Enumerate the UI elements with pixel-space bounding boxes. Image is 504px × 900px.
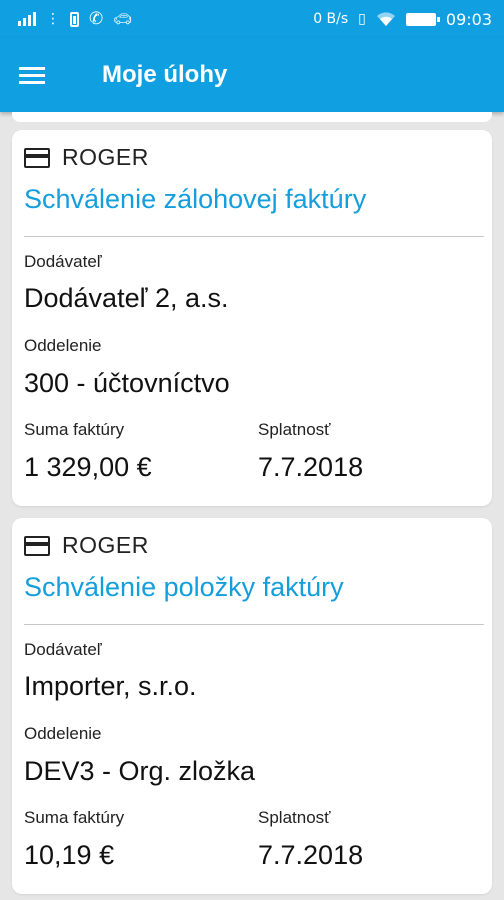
menu-button[interactable]	[0, 38, 64, 112]
amount-label: Suma faktúry	[24, 420, 125, 439]
task-source: ROGER	[24, 144, 149, 171]
divider	[24, 624, 484, 625]
net-speed: 0 B/s	[313, 11, 349, 27]
more-icon: ⋮	[46, 11, 60, 27]
supplier-value: Importer, s.r.o.	[24, 671, 197, 701]
task-title: Schválenie zálohovej faktúry	[24, 184, 367, 214]
task-card[interactable]: ROGER Schválenie položky faktúry Dodávat…	[12, 518, 492, 894]
task-list[interactable]: ROGER Schválenie zálohovej faktúry Dodáv…	[0, 112, 504, 900]
credit-card-icon	[24, 147, 50, 168]
menu-icon	[19, 63, 45, 88]
wifi-call-icon: ✆	[89, 9, 104, 29]
status-bar: ⋮ ✆ 🚗︎ 0 B/s ▯ 09:03	[0, 0, 504, 38]
credit-card-icon	[24, 535, 50, 556]
supplier-label: Dodávateľ	[24, 252, 102, 271]
department-value: DEV3 - Org. zložka	[24, 756, 256, 786]
department-label: Oddelenie	[24, 336, 102, 355]
department-label: Oddelenie	[24, 724, 102, 743]
amount-value: 10,19 €	[24, 840, 115, 870]
amount-value: 1 329,00 €	[24, 452, 152, 482]
due-label: Splatnosť	[258, 420, 331, 439]
department-value: 300 - účtovníctvo	[24, 368, 230, 398]
previous-task-card[interactable]	[12, 112, 492, 122]
divider	[24, 236, 484, 237]
app-bar: Moje úlohy	[0, 38, 504, 112]
supplier-label: Dodávateľ	[24, 640, 102, 659]
signal-icon	[18, 12, 36, 26]
wifi-icon	[376, 12, 395, 26]
due-value: 7.7.2018	[258, 452, 364, 482]
car-icon: 🚗︎	[113, 10, 133, 28]
supplier-value: Dodávateľ 2, a.s.	[24, 283, 229, 313]
amount-label: Suma faktúry	[24, 808, 125, 827]
battery-saver-icon	[70, 11, 79, 27]
clock: 09:03	[445, 9, 492, 29]
task-source: ROGER	[24, 532, 149, 559]
page-title: Moje úlohy	[102, 61, 228, 88]
task-title: Schválenie položky faktúry	[24, 572, 344, 602]
vibrate-icon: ▯	[358, 11, 366, 27]
due-value: 7.7.2018	[258, 840, 364, 870]
task-card[interactable]: ROGER Schválenie zálohovej faktúry Dodáv…	[12, 130, 492, 506]
due-label: Splatnosť	[258, 808, 331, 827]
task-source-label: ROGER	[62, 144, 149, 170]
task-source-label: ROGER	[62, 532, 149, 558]
battery-icon	[405, 12, 440, 26]
